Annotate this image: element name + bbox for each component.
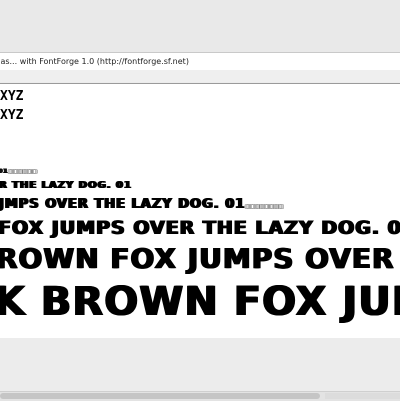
preview-line-3: 01□□□□□□ — [0, 168, 37, 175]
preview-line-6-text: FOX JUMPS OVER THE LAZY DOG. 01 — [0, 217, 400, 239]
preview-line-5: JMPS OVER THE LAZY DOG. 01□□□□□□□□ — [0, 197, 283, 212]
preview-line-8: K BROWN FOX JUMPS O — [0, 279, 400, 325]
preview-line-1: XYZ — [0, 89, 23, 104]
preview-line-2-text: XYZ — [0, 108, 24, 123]
preview-line-7: ROWN FOX JUMPS OVER THE LAZY DO — [0, 242, 400, 275]
preview-line-8-text: K BROWN FOX JUMPS O — [0, 279, 400, 325]
scrollbar-track-right[interactable] — [325, 393, 400, 399]
preview-line-5-text: JMPS OVER THE LAZY DOG. 01 — [0, 197, 246, 212]
preview-line-4-text: R THE LAZY DOG. 01 — [0, 180, 132, 191]
preview-line-6: FOX JUMPS OVER THE LAZY DOG. 01□□□□□□□□□… — [0, 217, 400, 239]
preview-line-5-tail: □□□□□□□□ — [245, 204, 284, 210]
preview-line-4: R THE LAZY DOG. 01 — [0, 180, 132, 191]
toolbar-area — [0, 0, 400, 52]
scrollbar-thumb[interactable] — [0, 393, 320, 399]
preview-line-7-text: ROWN FOX JUMPS OVER THE LAZY DO — [0, 242, 400, 275]
spacer-band — [0, 70, 400, 82]
preview-line-2: XYZ — [0, 108, 23, 123]
font-preview-pane: XYZ XYZ 01□□□□□□ R THE LAZY DOG. 01 JMPS… — [0, 83, 400, 339]
preview-line-1-text: XYZ — [0, 89, 24, 104]
font-info-line: ijas... with FontForge 1.0 (http://fontf… — [0, 52, 400, 71]
preview-line-3-tail: □□□□□□ — [8, 169, 37, 175]
font-info-text: ijas... with FontForge 1.0 (http://fontf… — [0, 57, 189, 66]
